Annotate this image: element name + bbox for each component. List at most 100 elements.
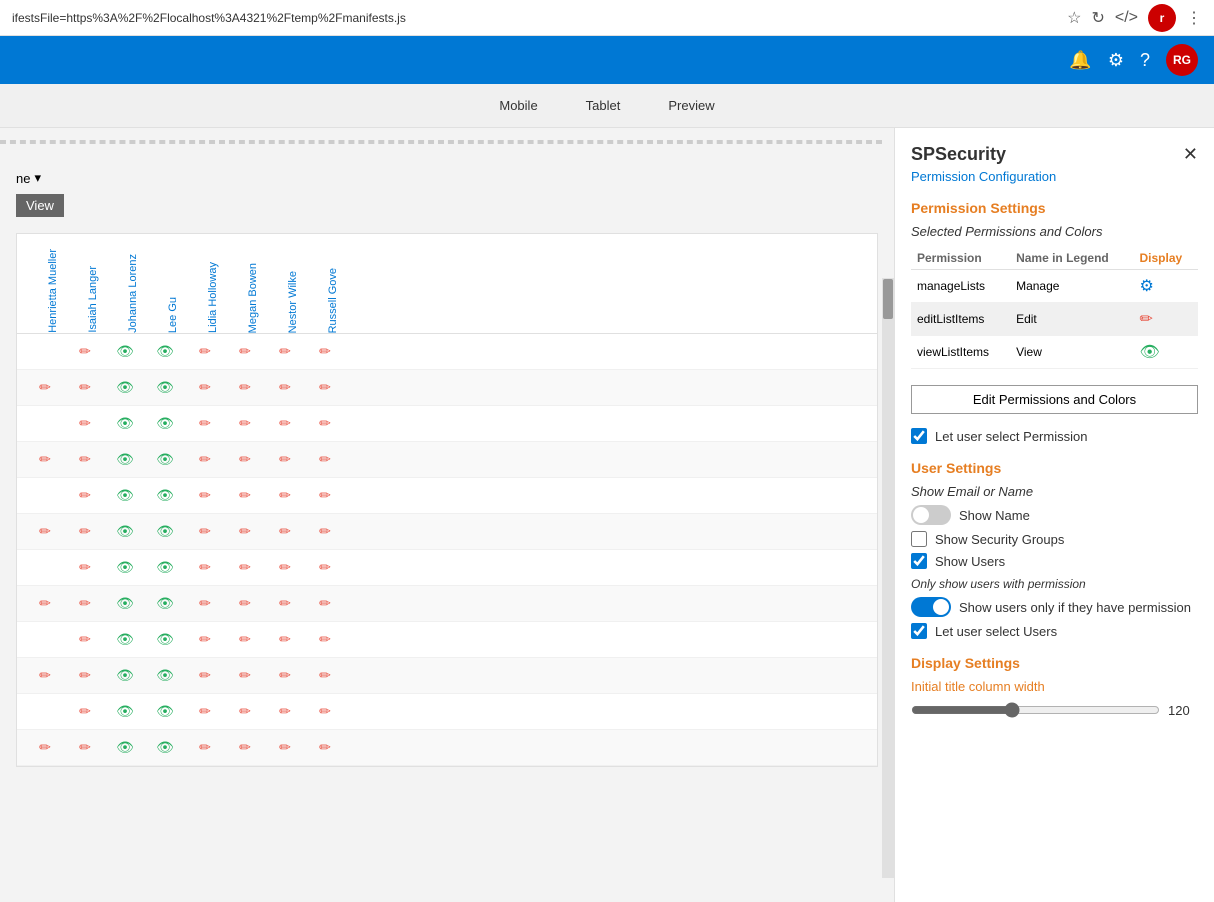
show-users-only-toggle[interactable] bbox=[911, 597, 951, 617]
show-name-row: Show Name bbox=[911, 505, 1198, 525]
show-users-label: Show Users bbox=[935, 554, 1005, 569]
cell-pencil: ✏ bbox=[265, 667, 305, 684]
cell-eye: 👁 bbox=[145, 415, 185, 432]
help-icon[interactable]: ? bbox=[1140, 50, 1150, 71]
star-icon[interactable]: ☆ bbox=[1067, 8, 1081, 28]
permission-settings-section-title: Permission Settings bbox=[911, 200, 1198, 216]
panel-header: SPSecurity ✕ bbox=[911, 144, 1198, 165]
column-width-slider[interactable] bbox=[911, 702, 1160, 718]
show-users-only-row: Show users only if they have permission bbox=[911, 597, 1198, 617]
perm-id-manage: manageLists bbox=[911, 270, 1010, 303]
col-header-nestor-text: Nestor Wilke bbox=[287, 271, 299, 333]
cell-pencil: ✏ bbox=[305, 415, 345, 432]
cell-pencil: ✏ bbox=[185, 523, 225, 540]
initial-title-column-width-label: Initial title column width bbox=[911, 679, 1198, 694]
right-panel: SPSecurity ✕ Permission Configuration Pe… bbox=[894, 128, 1214, 902]
cell-pencil: ✏ bbox=[65, 451, 105, 468]
refresh-icon[interactable]: ↻ bbox=[1091, 8, 1104, 28]
cell-pencil: ✏ bbox=[185, 343, 225, 360]
perm-id-view: viewListItems bbox=[911, 336, 1010, 369]
cell-eye: 👁 bbox=[105, 343, 145, 360]
let-user-select-users-row: Let user select Users bbox=[911, 623, 1198, 639]
col-name-in-legend: Name in Legend bbox=[1010, 247, 1133, 270]
cell-pencil: ✏ bbox=[225, 451, 265, 468]
cell-pencil: ✏ bbox=[25, 667, 65, 684]
tab-tablet[interactable]: Tablet bbox=[578, 94, 629, 117]
table-data-rows: ✏ 👁 👁 ✏ ✏ ✏ ✏ ✏ ✏ 👁 👁 ✏ ✏ ✏ bbox=[17, 334, 877, 766]
cell-eye: 👁 bbox=[105, 739, 145, 756]
table-row: ✏ 👁 👁 ✏ ✏ ✏ ✏ bbox=[17, 478, 877, 514]
cell-eye: 👁 bbox=[105, 595, 145, 612]
cell-pencil: ✏ bbox=[65, 667, 105, 684]
table-header-row: Henrietta Mueller Isaiah Langer Johanna … bbox=[17, 234, 877, 334]
slider-value: 120 bbox=[1168, 703, 1198, 718]
cell-pencil: ✏ bbox=[225, 631, 265, 648]
col-header-johanna-text: Johanna Lorenz bbox=[127, 254, 139, 333]
cell-pencil: ✏ bbox=[265, 523, 305, 540]
cell-eye: 👁 bbox=[145, 595, 185, 612]
sp-profile-avatar[interactable]: RG bbox=[1166, 44, 1198, 76]
panel-title: SPSecurity bbox=[911, 144, 1006, 165]
slider-row: 120 bbox=[911, 702, 1198, 718]
more-icon[interactable]: ⋮ bbox=[1186, 8, 1202, 28]
show-users-only-toggle-slider bbox=[911, 597, 951, 617]
col-header-lidia: Lidia Holloway bbox=[193, 234, 233, 333]
scrollbar-track[interactable] bbox=[882, 278, 894, 878]
cell-eye: 👁 bbox=[145, 703, 185, 720]
cell-eye: 👁 bbox=[105, 703, 145, 720]
cell-eye: 👁 bbox=[105, 631, 145, 648]
cell-pencil: ✏ bbox=[305, 343, 345, 360]
cell-pencil: ✏ bbox=[225, 667, 265, 684]
code-icon[interactable]: </> bbox=[1115, 9, 1138, 27]
col-header-megan-text: Megan Bowen bbox=[247, 263, 259, 333]
show-name-toggle[interactable] bbox=[911, 505, 951, 525]
cell-pencil: ✏ bbox=[265, 595, 305, 612]
cell-pencil: ✏ bbox=[185, 379, 225, 396]
table-row: ✏ 👁 👁 ✏ ✏ ✏ ✏ bbox=[17, 550, 877, 586]
cell-eye: 👁 bbox=[145, 379, 185, 396]
bell-icon[interactable]: 🔔 bbox=[1069, 50, 1091, 71]
cell-pencil: ✏ bbox=[225, 739, 265, 756]
tab-preview[interactable]: Preview bbox=[660, 94, 722, 117]
cell-pencil: ✏ bbox=[265, 631, 305, 648]
edit-permissions-button[interactable]: Edit Permissions and Colors bbox=[911, 385, 1198, 414]
cell-pencil: ✏ bbox=[65, 595, 105, 612]
cell-pencil: ✏ bbox=[305, 703, 345, 720]
cell-pencil: ✏ bbox=[65, 379, 105, 396]
cell-eye: 👁 bbox=[105, 415, 145, 432]
view-button[interactable]: View bbox=[16, 194, 64, 217]
cell-pencil: ✏ bbox=[65, 487, 105, 504]
show-security-groups-label: Show Security Groups bbox=[935, 532, 1064, 547]
cell-pencil: ✏ bbox=[265, 343, 305, 360]
tab-mobile[interactable]: Mobile bbox=[491, 94, 545, 117]
let-user-select-permission-checkbox[interactable] bbox=[911, 428, 927, 444]
col-header-isaiah-text: Isaiah Langer bbox=[87, 266, 99, 333]
cell-pencil: ✏ bbox=[225, 415, 265, 432]
close-button[interactable]: ✕ bbox=[1183, 144, 1198, 165]
perm-icon-view: 👁 bbox=[1134, 336, 1199, 369]
show-security-groups-checkbox[interactable] bbox=[911, 531, 927, 547]
panel-subtitle: Permission Configuration bbox=[911, 169, 1198, 184]
show-users-checkbox[interactable] bbox=[911, 553, 927, 569]
perm-row-view: viewListItems View 👁 bbox=[911, 336, 1198, 369]
table-row: ✏ ✏ 👁 👁 ✏ ✏ ✏ ✏ bbox=[17, 442, 877, 478]
cell-pencil: ✏ bbox=[185, 487, 225, 504]
col-header-henrietta: Henrietta Mueller bbox=[33, 234, 73, 333]
data-table: Henrietta Mueller Isaiah Langer Johanna … bbox=[16, 233, 878, 767]
scrollbar-thumb[interactable] bbox=[883, 279, 893, 319]
cell-eye: 👁 bbox=[105, 667, 145, 684]
cell-eye: 👁 bbox=[145, 631, 185, 648]
table-row: ✏ 👁 👁 ✏ ✏ ✏ ✏ bbox=[17, 406, 877, 442]
cell-eye: 👁 bbox=[145, 487, 185, 504]
content-area: ne ▾ View Henrietta Mueller Isaiah Lange… bbox=[0, 128, 894, 902]
table-row: ✏ ✏ 👁 👁 ✏ ✏ ✏ ✏ bbox=[17, 370, 877, 406]
perm-name-manage: Manage bbox=[1010, 270, 1133, 303]
settings-icon[interactable]: ⚙ bbox=[1108, 50, 1124, 71]
cell-pencil: ✏ bbox=[65, 523, 105, 540]
col-header-megan: Megan Bowen bbox=[233, 234, 273, 333]
profile-avatar-small[interactable]: r bbox=[1148, 4, 1176, 32]
browser-icons: ☆ ↻ </> r ⋮ bbox=[1067, 4, 1202, 32]
table-row: ✏ ✏ 👁 👁 ✏ ✏ ✏ ✏ bbox=[17, 658, 877, 694]
let-user-select-users-checkbox[interactable] bbox=[911, 623, 927, 639]
chevron-down-icon[interactable]: ▾ bbox=[34, 170, 41, 186]
